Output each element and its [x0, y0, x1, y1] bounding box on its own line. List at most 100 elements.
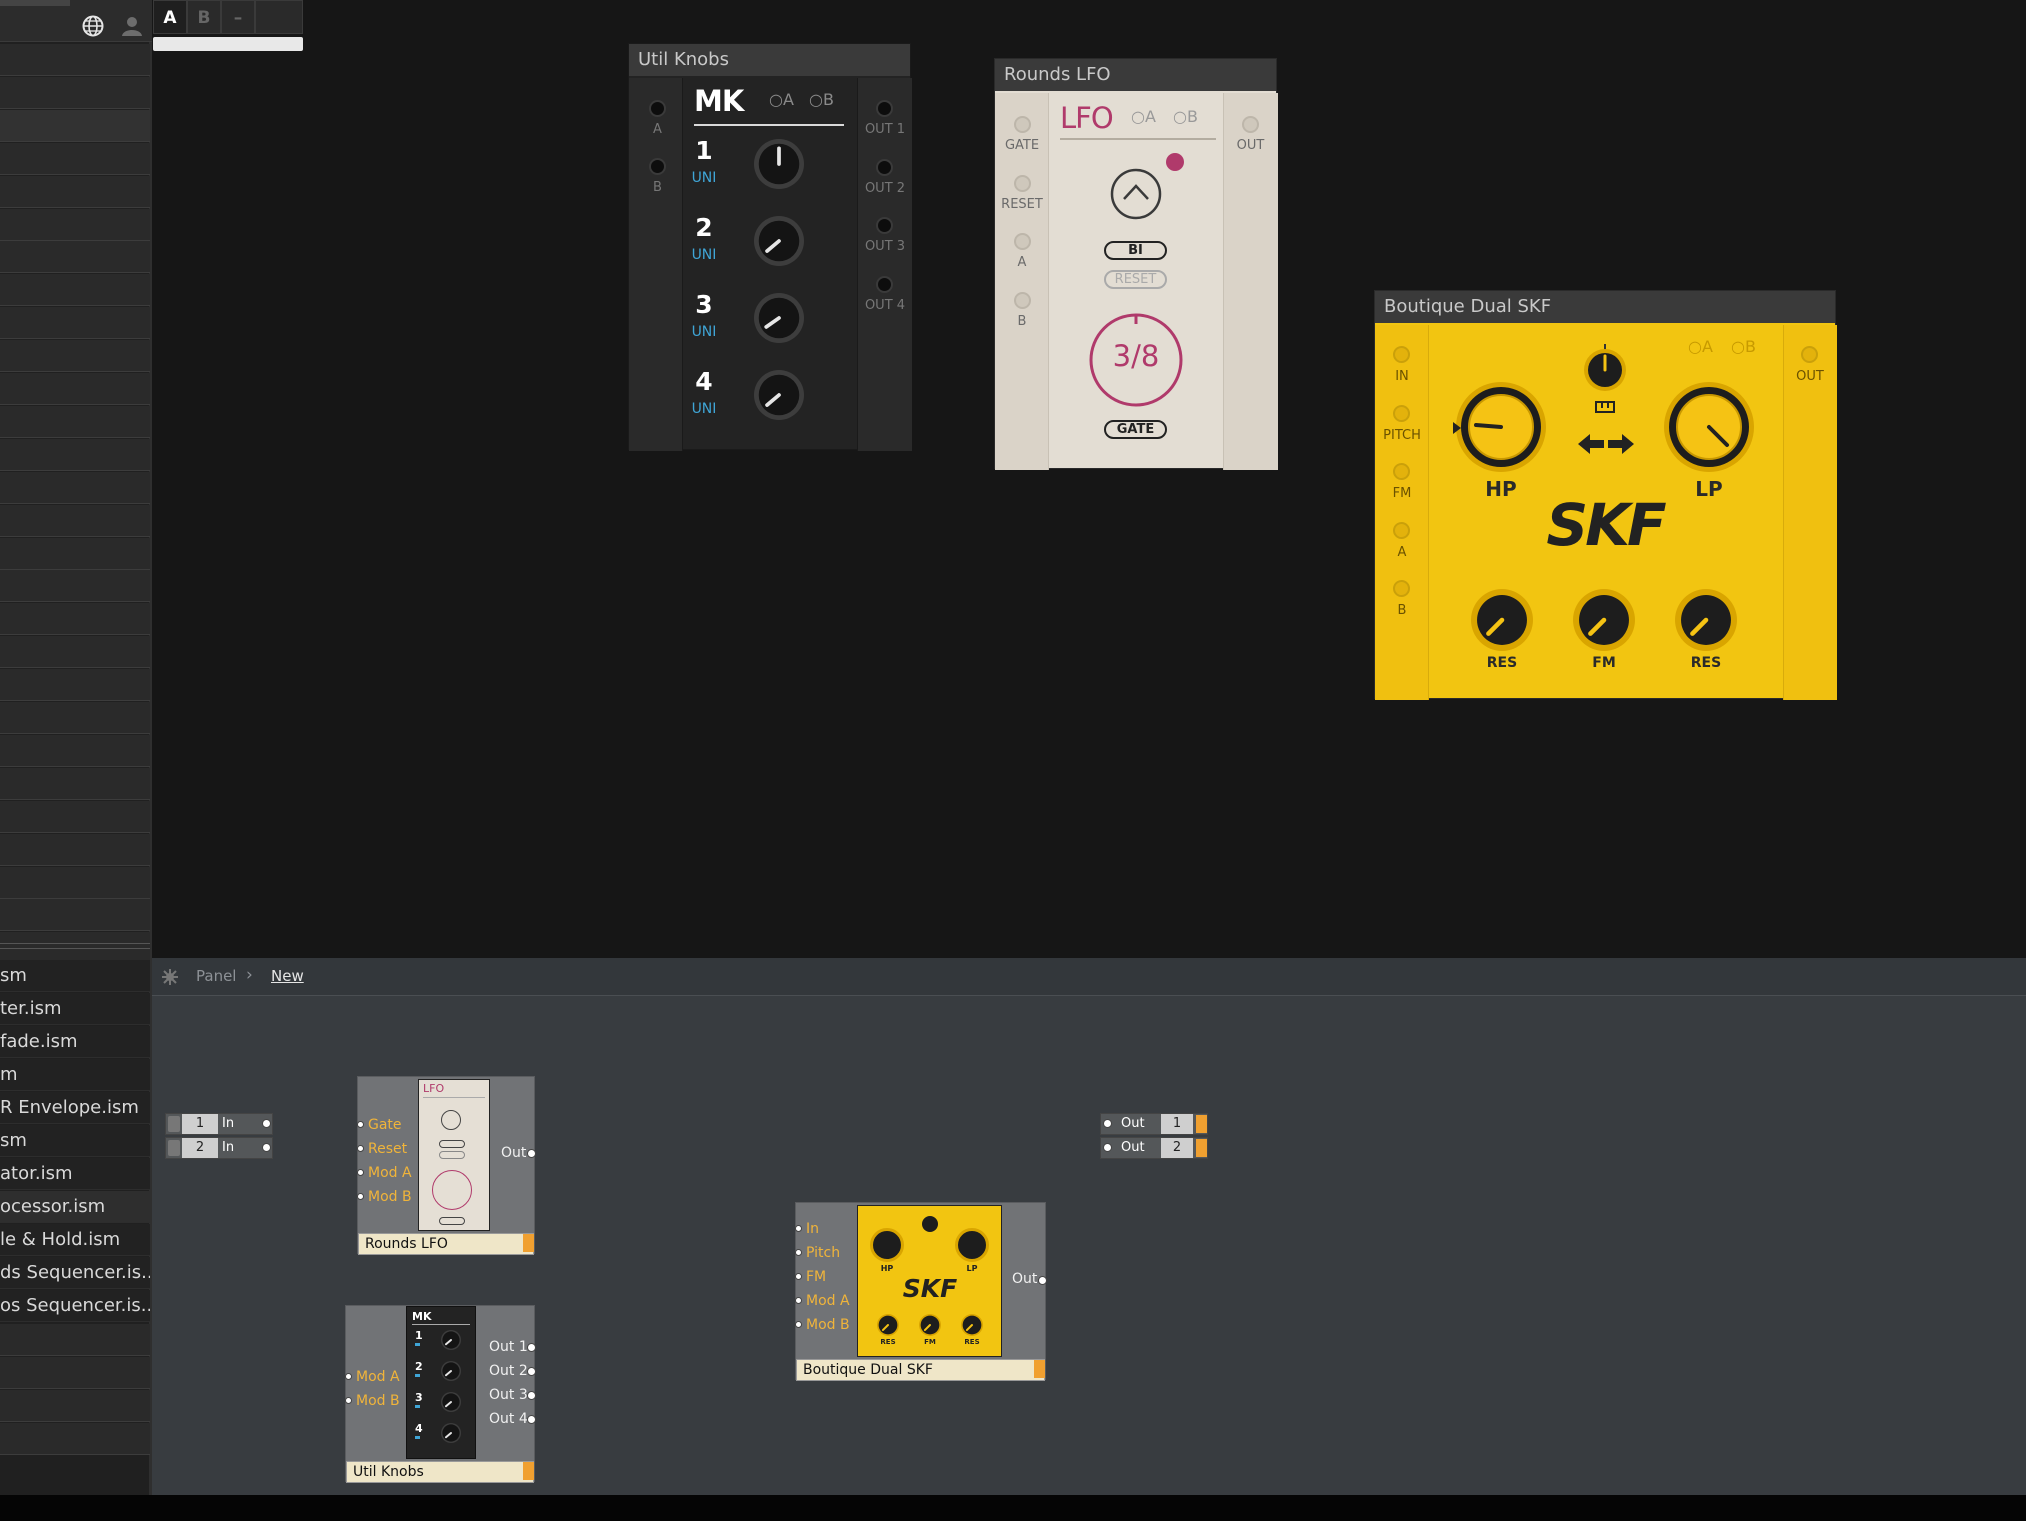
sidebar-row[interactable] [0, 373, 150, 405]
skf-input-jack[interactable] [1393, 346, 1410, 363]
input-block-row[interactable]: 2 In [165, 1137, 273, 1159]
util-mode-a[interactable]: ○A [769, 90, 794, 109]
link-arrows-icon[interactable] [1578, 432, 1634, 456]
sidebar-file-item[interactable]: ocessor.ism [0, 1191, 150, 1223]
util-mode-b[interactable]: ○B [809, 90, 834, 109]
input-block-dot[interactable] [262, 1143, 271, 1152]
skf-mode-b[interactable]: ○B [1731, 337, 1756, 356]
skf-input-jack[interactable] [1393, 404, 1410, 422]
block-util-handle-icon[interactable] [523, 1462, 534, 1480]
skf-input-jack[interactable] [1393, 580, 1410, 597]
output-block-row[interactable]: Out 2 [1100, 1137, 1208, 1159]
sidebar-row[interactable] [0, 800, 150, 833]
sidebar-file-item[interactable]: m [0, 1059, 150, 1091]
gear-icon[interactable] [162, 969, 178, 985]
globe-icon[interactable] [82, 15, 104, 37]
skf-offset-knob[interactable] [1581, 344, 1629, 392]
breadcrumb-root[interactable]: Panel [196, 967, 236, 985]
sidebar-file-item[interactable]: ator.ism [0, 1158, 150, 1190]
block-lfo-out-dot[interactable] [527, 1149, 536, 1158]
block-skf-thumb-small-knob[interactable] [876, 1313, 900, 1337]
sidebar-row[interactable] [0, 44, 150, 76]
block-skf-in-dot[interactable] [795, 1273, 802, 1280]
sidebar-row[interactable] [0, 109, 150, 142]
block-util-knobs[interactable]: MK 1 2 3 4 Util Knobs Mod A Mod B Out 1 Out 2 O… [345, 1305, 536, 1483]
sidebar-row[interactable] [0, 1390, 150, 1422]
util-knob-mode[interactable]: UNI [689, 247, 719, 263]
sidebar-row[interactable] [0, 603, 150, 636]
block-util-out-dot[interactable] [527, 1343, 536, 1352]
block-lfo-handle-icon[interactable] [523, 1234, 534, 1252]
util-knob-mode[interactable]: UNI [689, 170, 719, 186]
tab-minus[interactable]: – [221, 0, 255, 34]
sidebar-row[interactable] [0, 734, 150, 767]
sidebar-row[interactable] [0, 76, 150, 109]
util-output-jack[interactable] [876, 100, 893, 117]
sidebar-row[interactable] [0, 438, 150, 471]
sidebar-row[interactable] [0, 307, 150, 340]
block-rounds-lfo[interactable]: LFO Out Rounds LFO Gate Reset Mod A Mod B [357, 1076, 536, 1255]
input-block-handle-icon[interactable] [168, 1140, 180, 1156]
util-knob-mode[interactable]: UNI [689, 401, 719, 417]
block-util-thumb-knob[interactable] [440, 1360, 462, 1382]
block-skf-label[interactable]: Boutique Dual SKF [796, 1359, 1045, 1381]
lfo-output-jack[interactable] [1242, 116, 1259, 133]
block-lfo-label[interactable]: Rounds LFO [358, 1233, 534, 1255]
output-block-handle-icon[interactable] [1196, 1139, 1207, 1157]
sidebar-row[interactable] [0, 537, 150, 570]
input-block-dot[interactable] [262, 1119, 271, 1128]
sidebar-row[interactable] [0, 471, 150, 504]
lfo-gate-button[interactable]: GATE [1104, 420, 1167, 439]
util-knob-2[interactable] [753, 215, 805, 267]
output-block-handle-icon[interactable] [1196, 1115, 1207, 1133]
sidebar-row[interactable] [0, 767, 150, 800]
block-util-thumb-knob[interactable] [440, 1391, 462, 1413]
sidebar-row[interactable] [0, 899, 150, 932]
input-block-handle-icon[interactable] [168, 1116, 180, 1132]
block-skf-in-dot[interactable] [795, 1225, 802, 1232]
block-lfo-in-dot[interactable] [357, 1193, 364, 1200]
block-util-out-dot[interactable] [527, 1367, 536, 1376]
lfo-input-jack[interactable] [1014, 233, 1031, 250]
skf-small-knob[interactable] [1674, 588, 1738, 652]
sidebar-row[interactable] [0, 866, 150, 899]
skf-input-jack[interactable] [1393, 463, 1410, 480]
block-lfo-in-dot[interactable] [357, 1169, 364, 1176]
name-field[interactable] [153, 37, 303, 51]
keyboard-icon[interactable] [1595, 401, 1615, 413]
sidebar-row[interactable] [0, 702, 150, 734]
lfo-input-jack[interactable] [1014, 116, 1031, 133]
block-skf-in-dot[interactable] [795, 1321, 802, 1328]
util-knob-3[interactable] [753, 292, 805, 344]
sidebar-file-item[interactable]: sm [0, 960, 150, 992]
util-input-b-jack[interactable] [649, 158, 666, 175]
util-output-jack[interactable] [876, 275, 893, 293]
sidebar-row[interactable] [0, 142, 150, 175]
sidebar-row[interactable] [0, 570, 150, 603]
sidebar-file-item[interactable]: sm [0, 1125, 150, 1157]
block-util-label[interactable]: Util Knobs [346, 1461, 534, 1483]
sidebar-row[interactable] [0, 504, 150, 537]
sidebar-row[interactable] [0, 241, 150, 274]
sidebar-row[interactable] [0, 405, 150, 438]
util-knob-mode[interactable]: UNI [689, 324, 719, 340]
block-skf-in-dot[interactable] [795, 1249, 802, 1256]
block-lfo-in-dot[interactable] [357, 1145, 364, 1152]
lfo-reset-button[interactable]: RESET [1104, 270, 1167, 289]
lfo-input-jack[interactable] [1014, 174, 1031, 192]
input-block-row[interactable]: 1 In [165, 1113, 273, 1135]
block-util-in-dot[interactable] [345, 1397, 352, 1404]
tab-b[interactable]: B [187, 0, 221, 34]
block-util-thumb-knob[interactable] [440, 1329, 462, 1351]
sidebar-file-item[interactable]: ter.ism [0, 993, 150, 1025]
waveform-triangle-icon[interactable] [1109, 167, 1163, 221]
sidebar-row[interactable] [0, 1357, 150, 1389]
sidebar-row[interactable] [0, 340, 150, 373]
sidebar-file-item[interactable]: R Envelope.ism [0, 1092, 150, 1124]
skf-mode-a[interactable]: ○A [1688, 337, 1713, 356]
block-util-out-dot[interactable] [527, 1391, 536, 1400]
block-lfo-in-dot[interactable] [357, 1121, 364, 1128]
skf-output-jack[interactable] [1801, 346, 1818, 363]
block-skf-handle-icon[interactable] [1034, 1360, 1045, 1378]
sidebar-row[interactable] [0, 833, 150, 866]
